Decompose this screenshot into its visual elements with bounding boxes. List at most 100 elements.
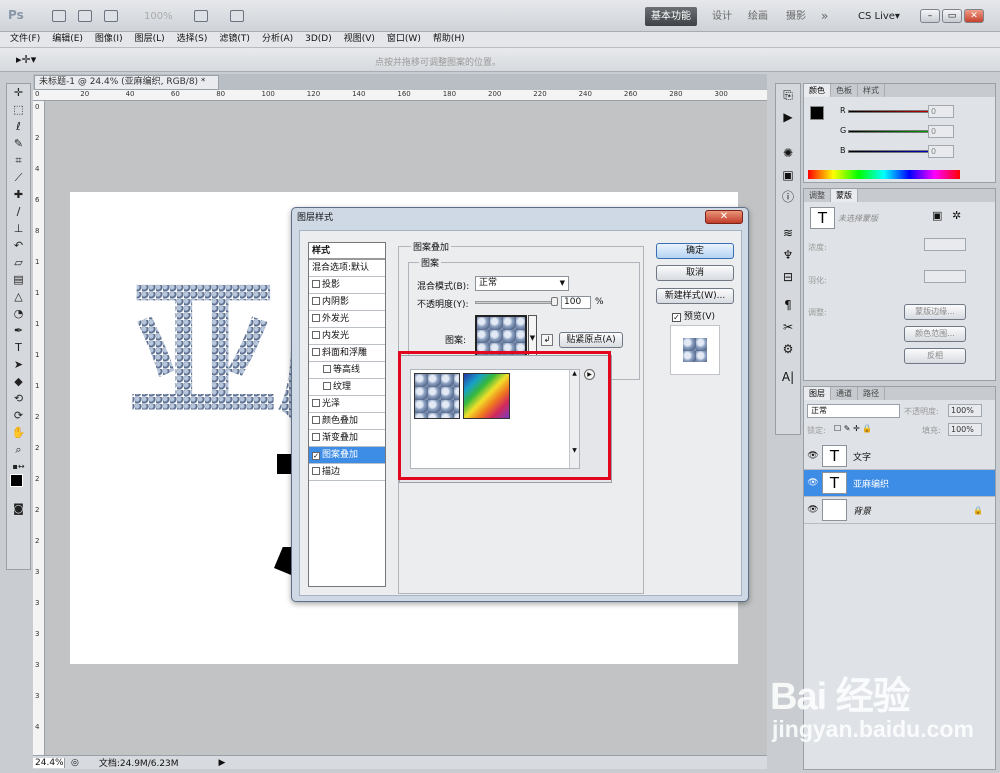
style-checkbox[interactable] [312, 433, 320, 441]
brush-icon[interactable]: ∕ [7, 203, 30, 220]
style-checkbox[interactable] [323, 365, 331, 373]
menu-3d[interactable]: 3D(D) [299, 32, 338, 47]
status-info-icon[interactable]: ◎ [71, 758, 79, 768]
style-checkbox[interactable] [312, 280, 320, 288]
eye-icon[interactable]: 👁 [804, 505, 822, 515]
b-value[interactable]: 0 [928, 145, 954, 158]
eraser-icon[interactable]: ▱ [7, 254, 30, 271]
style-item[interactable]: 内阴影 [309, 294, 385, 311]
zoom-icon[interactable]: ⌕ [7, 441, 30, 458]
screen-mode-icon[interactable] [230, 10, 244, 22]
layer-blend-select[interactable]: 正常 [807, 404, 900, 418]
fill-value[interactable]: 100% [948, 423, 982, 436]
feather-value[interactable] [924, 270, 966, 283]
menu-image[interactable]: 图像(I) [89, 32, 129, 47]
stamp-icon[interactable]: ⊥ [7, 220, 30, 237]
move-icon[interactable]: ✛ [7, 84, 30, 101]
style-checkbox[interactable]: ✓ [312, 452, 320, 460]
hand-icon[interactable]: ✋ [7, 424, 30, 441]
style-item[interactable]: ✓ 图案叠加 [309, 447, 385, 464]
style-checkbox[interactable] [312, 297, 320, 305]
opacity-input[interactable]: 100 [561, 296, 591, 309]
paragraph-icon[interactable]: ¶ [776, 294, 800, 316]
color-ramp[interactable] [808, 170, 960, 179]
brushes-icon[interactable]: ≋ [776, 222, 800, 244]
opacity-slider[interactable] [475, 301, 555, 304]
r-value[interactable]: 0 [928, 105, 954, 118]
eyedropper-icon[interactable]: ⟋ [7, 169, 30, 186]
style-checkbox[interactable] [312, 348, 320, 356]
path-select-icon[interactable]: ➤ [7, 356, 30, 373]
arrange-icon[interactable] [194, 10, 208, 22]
quick-select-icon[interactable]: ✎ [7, 135, 30, 152]
tab-color[interactable]: 颜色 [804, 84, 831, 97]
opacity-slider-handle[interactable] [551, 297, 558, 306]
style-item[interactable]: 内发光 [309, 328, 385, 345]
style-item[interactable]: 等高线 [309, 362, 385, 379]
status-arrow-icon[interactable]: ▶ [219, 758, 226, 768]
quick-mask-icon[interactable]: ◙ [7, 500, 30, 517]
preview-checkbox[interactable]: ✓ 预览(V) [672, 309, 715, 322]
type-icon[interactable]: T [7, 339, 30, 356]
g-value[interactable]: 0 [928, 125, 954, 138]
style-item[interactable]: 渐变叠加 [309, 430, 385, 447]
lock-icons[interactable]: ☐ ✎ ✛ 🔒 [834, 424, 872, 433]
workspace-basic[interactable]: 基本功能 [645, 7, 697, 26]
menu-edit[interactable]: 编辑(E) [46, 32, 89, 47]
clone-source-icon[interactable]: ♆ [776, 244, 800, 266]
invert-button[interactable]: 反相 [904, 348, 966, 364]
more-workspaces-icon[interactable]: » [815, 7, 834, 26]
layer-row[interactable]: 👁 背景 🔒 [804, 497, 995, 524]
dodge-icon[interactable]: ◔ [7, 305, 30, 322]
lasso-icon[interactable]: ℓ [7, 118, 30, 135]
ok-button[interactable]: 确定 [656, 243, 734, 259]
style-item[interactable]: 外发光 [309, 311, 385, 328]
shape-icon[interactable]: ◆ [7, 373, 30, 390]
workspace-photo[interactable]: 摄影 [780, 7, 812, 26]
eye-icon[interactable]: 👁 [804, 451, 822, 461]
menu-file[interactable]: 文件(F) [4, 32, 46, 47]
new-style-button[interactable]: 新建样式(W)... [656, 288, 734, 304]
cancel-button[interactable]: 取消 [656, 265, 734, 281]
foreground-swatch[interactable] [810, 106, 824, 120]
style-item[interactable]: 纹理 [309, 379, 385, 396]
mask-edge-button[interactable]: 蒙版边缘... [904, 304, 966, 320]
character-icon[interactable]: A| [776, 366, 800, 388]
new-preset-icon[interactable]: ↲ [541, 334, 553, 346]
tab-layers[interactable]: 图层 [804, 387, 831, 400]
layer-opacity-value[interactable]: 100% [948, 404, 982, 417]
bridge-icon[interactable] [52, 10, 66, 22]
3d-orbit-icon[interactable]: ⟳ [7, 407, 30, 424]
style-checkbox[interactable] [312, 467, 320, 475]
style-item[interactable]: 描边 [309, 464, 385, 481]
tab-channels[interactable]: 通道 [831, 387, 858, 400]
menu-filter[interactable]: 滤镜(T) [213, 32, 256, 47]
style-item[interactable]: 投影 [309, 277, 385, 294]
stamp-panel-icon[interactable]: ⚙ [776, 338, 800, 360]
gradient-icon[interactable]: ▤ [7, 271, 30, 288]
layer-row[interactable]: 👁 T 亚麻编织 [804, 470, 995, 497]
blend-options-item[interactable]: 混合选项:默认 [309, 260, 385, 277]
style-item[interactable]: 光泽 [309, 396, 385, 413]
workspace-paint[interactable]: 绘画 [742, 7, 774, 26]
history-brush-icon[interactable]: ↶ [7, 237, 30, 254]
move-tool-icon[interactable]: ▸✛▾ [16, 53, 36, 66]
tab-masks[interactable]: 蒙版 [831, 189, 858, 202]
menu-select[interactable]: 选择(S) [171, 32, 214, 47]
style-checkbox[interactable] [312, 314, 320, 322]
color-swatches[interactable] [7, 472, 30, 500]
tab-adjustments[interactable]: 调整 [804, 189, 831, 202]
tab-swatches[interactable]: 色板 [831, 84, 858, 97]
blend-mode-select[interactable]: 正常 ▼ [475, 276, 569, 291]
zoom-level[interactable]: 100% [144, 11, 173, 22]
minimize-icon[interactable]: – [920, 9, 940, 23]
document-tab[interactable]: 未标题-1 @ 24.4% (亚麻编织, RGB/8) * ✕ [34, 75, 219, 101]
tool-presets-icon[interactable]: ⊟ [776, 266, 800, 288]
blur-icon[interactable]: △ [7, 288, 30, 305]
cs-live-button[interactable]: CS Live▾ [852, 7, 906, 26]
image-icon[interactable]: ▣ [776, 164, 800, 186]
healing-icon[interactable]: ✚ [7, 186, 30, 203]
crop-icon[interactable]: ⌗ [7, 152, 30, 169]
pen-icon[interactable]: ✒ [7, 322, 30, 339]
info-icon[interactable]: ⓘ [776, 186, 800, 208]
